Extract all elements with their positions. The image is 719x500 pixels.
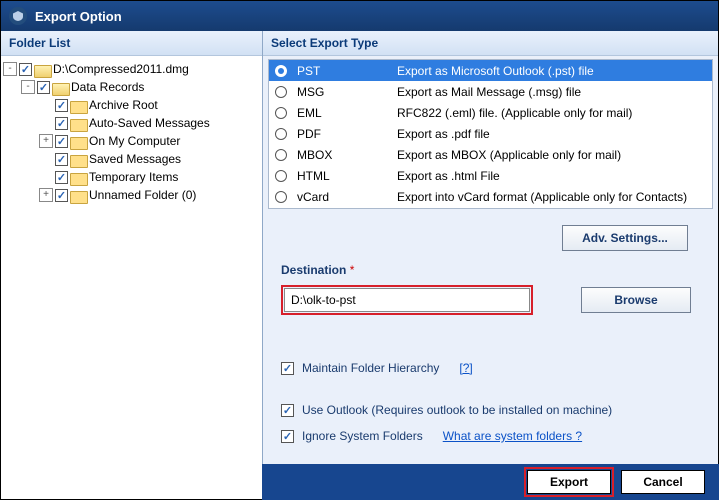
collapse-icon[interactable]: -: [21, 80, 35, 94]
required-asterisk: *: [350, 263, 355, 277]
what-system-folders-link[interactable]: What are system folders ?: [443, 429, 582, 443]
use-outlook-checkbox[interactable]: [281, 404, 294, 417]
format-name: vCard: [297, 190, 397, 204]
use-outlook-label: Use Outlook (Requires outlook to be inst…: [302, 403, 612, 417]
format-radio[interactable]: [275, 149, 287, 161]
format-desc: RFC822 (.eml) file. (Applicable only for…: [397, 106, 706, 120]
export-format-row[interactable]: PDFExport as .pdf file: [269, 123, 712, 144]
tree-row[interactable]: - Data Records: [3, 78, 260, 96]
format-radio[interactable]: [275, 128, 287, 140]
app-icon: [9, 7, 27, 25]
export-format-row[interactable]: MSGExport as Mail Message (.msg) file: [269, 81, 712, 102]
format-desc: Export as Mail Message (.msg) file: [397, 85, 706, 99]
export-format-row[interactable]: HTMLExport as .html File: [269, 165, 712, 186]
format-radio[interactable]: [275, 191, 287, 203]
format-radio[interactable]: [275, 86, 287, 98]
tree-checkbox[interactable]: [55, 153, 68, 166]
format-name: PST: [297, 64, 397, 78]
folder-icon: [70, 153, 86, 166]
folder-list-header: Folder List: [1, 31, 262, 56]
tree-label: Archive Root: [89, 98, 158, 112]
format-name: HTML: [297, 169, 397, 183]
tree-checkbox[interactable]: [55, 117, 68, 130]
tree-row[interactable]: + On My Computer: [3, 132, 260, 150]
ignore-system-checkbox[interactable]: [281, 430, 294, 443]
tree-checkbox[interactable]: [55, 189, 68, 202]
expand-icon[interactable]: +: [39, 188, 53, 202]
tree-checkbox[interactable]: [55, 171, 68, 184]
tree-checkbox[interactable]: [55, 99, 68, 112]
tree-label: On My Computer: [89, 134, 180, 148]
collapse-icon[interactable]: -: [3, 62, 17, 76]
maintain-hierarchy-help-link[interactable]: [?]: [459, 361, 472, 375]
export-pane: Select Export Type PSTExport as Microsof…: [263, 31, 718, 499]
format-name: MSG: [297, 85, 397, 99]
folder-list-pane: Folder List - D:\Compressed2011.dmg - Data …: [1, 31, 263, 499]
format-radio[interactable]: [275, 170, 287, 182]
export-format-row[interactable]: PSTExport as Microsoft Outlook (.pst) fi…: [269, 60, 712, 81]
maintain-hierarchy-label: Maintain Folder Hierarchy: [302, 361, 439, 375]
window-title: Export Option: [35, 9, 122, 24]
tree-label: Saved Messages: [89, 152, 181, 166]
destination-input[interactable]: [284, 288, 530, 312]
tree-checkbox[interactable]: [55, 135, 68, 148]
export-button[interactable]: Export: [527, 470, 611, 494]
adv-settings-button[interactable]: Adv. Settings...: [562, 225, 688, 251]
destination-label: Destination: [281, 263, 346, 277]
tree-label: D:\Compressed2011.dmg: [53, 62, 189, 76]
browse-button[interactable]: Browse: [581, 287, 691, 313]
format-name: EML: [297, 106, 397, 120]
export-format-list[interactable]: PSTExport as Microsoft Outlook (.pst) fi…: [268, 59, 713, 209]
tree-row[interactable]: - D:\Compressed2011.dmg: [3, 60, 260, 78]
footer-bar: Export Cancel: [262, 464, 719, 500]
export-type-header: Select Export Type: [263, 31, 718, 56]
format-desc: Export as .pdf file: [397, 127, 706, 141]
folder-tree[interactable]: - D:\Compressed2011.dmg - Data Records Archi…: [1, 56, 262, 499]
tree-row[interactable]: Temporary Items: [3, 168, 260, 186]
tree-row[interactable]: Auto-Saved Messages: [3, 114, 260, 132]
destination-highlight: [281, 285, 533, 315]
tree-checkbox[interactable]: [19, 63, 32, 76]
tree-label: Unnamed Folder (0): [89, 188, 196, 202]
ignore-system-label: Ignore System Folders: [302, 429, 423, 443]
tree-label: Temporary Items: [89, 170, 178, 184]
folder-icon: [70, 135, 86, 148]
folder-icon: [34, 63, 50, 76]
tree-label: Data Records: [71, 80, 144, 94]
tree-row[interactable]: Saved Messages: [3, 150, 260, 168]
folder-icon: [70, 117, 86, 130]
export-format-row[interactable]: EMLRFC822 (.eml) file. (Applicable only …: [269, 102, 712, 123]
folder-icon: [52, 81, 68, 94]
tree-checkbox[interactable]: [37, 81, 50, 94]
folder-icon: [70, 189, 86, 202]
tree-row[interactable]: Archive Root: [3, 96, 260, 114]
cancel-button[interactable]: Cancel: [621, 470, 705, 494]
titlebar: Export Option: [1, 1, 718, 31]
export-format-row[interactable]: MBOXExport as MBOX (Applicable only for …: [269, 144, 712, 165]
tree-row[interactable]: + Unnamed Folder (0): [3, 186, 260, 204]
maintain-hierarchy-checkbox[interactable]: [281, 362, 294, 375]
folder-icon: [70, 171, 86, 184]
format-name: MBOX: [297, 148, 397, 162]
format-radio[interactable]: [275, 65, 287, 77]
tree-label: Auto-Saved Messages: [89, 116, 210, 130]
format-desc: Export as MBOX (Applicable only for mail…: [397, 148, 706, 162]
format-desc: Export as Microsoft Outlook (.pst) file: [397, 64, 706, 78]
format-radio[interactable]: [275, 107, 287, 119]
format-desc: Export into vCard format (Applicable onl…: [397, 190, 706, 204]
folder-icon: [70, 99, 86, 112]
expand-icon[interactable]: +: [39, 134, 53, 148]
export-format-row[interactable]: vCardExport into vCard format (Applicabl…: [269, 186, 712, 207]
format-desc: Export as .html File: [397, 169, 706, 183]
format-name: PDF: [297, 127, 397, 141]
